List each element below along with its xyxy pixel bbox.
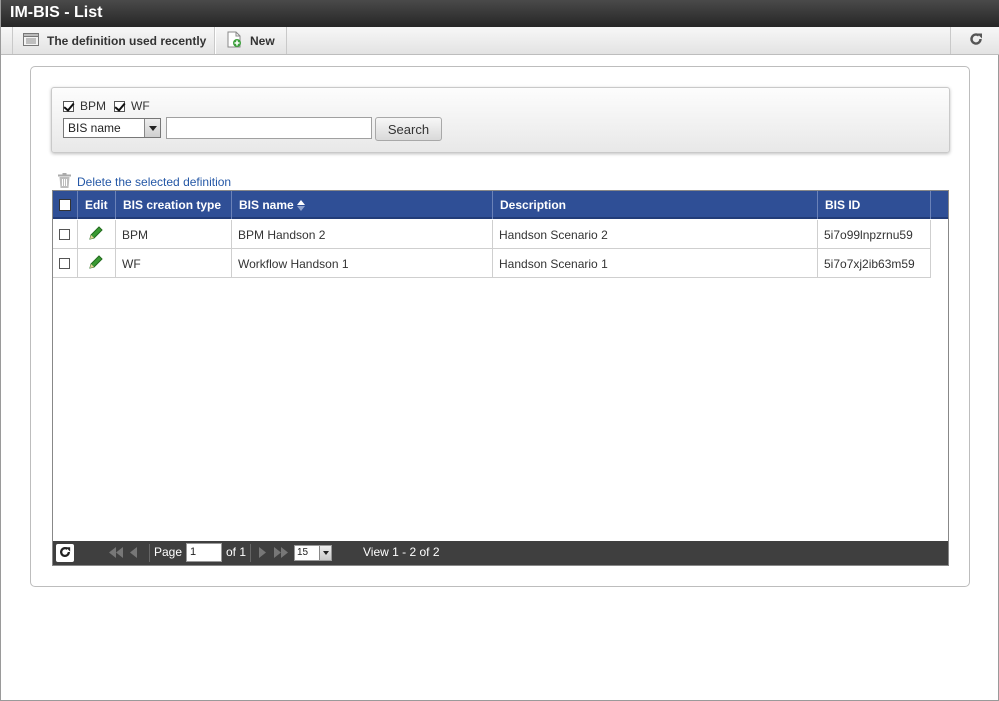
last-page-icon[interactable] <box>273 547 289 561</box>
pencil-icon[interactable] <box>88 254 104 273</box>
chevron-down-icon[interactable] <box>144 119 160 137</box>
view-count-text: View 1 - 2 of 2 <box>363 545 440 559</box>
search-field-value: BIS name <box>68 121 121 135</box>
new-button[interactable]: New <box>215 27 287 54</box>
row-select-cell <box>53 220 78 249</box>
grid-pager: Page 1 of 1 15 View 1 - 2 of 2 <box>53 541 948 565</box>
row-checkbox[interactable] <box>59 258 70 269</box>
search-button[interactable]: Search <box>375 117 442 141</box>
column-header-creation-type[interactable]: BIS creation type <box>116 191 232 219</box>
grid-refresh-button[interactable] <box>56 544 74 562</box>
pager-divider <box>149 544 150 562</box>
chevron-down-icon[interactable] <box>319 546 331 560</box>
edit-cell <box>78 220 116 249</box>
refresh-icon <box>969 32 983 49</box>
creation-type-cell: BPM <box>116 220 232 249</box>
title-bar: IM-BIS - List <box>1 0 999 27</box>
column-header-edit[interactable]: Edit <box>78 191 116 219</box>
column-header-description[interactable]: Description <box>493 191 818 219</box>
table-row[interactable]: WF Workflow Handson 1 Handson Scenario 1… <box>53 249 931 278</box>
refresh-icon <box>59 546 71 561</box>
rows-per-page-value: 15 <box>297 547 309 558</box>
bis-name-cell: Workflow Handson 1 <box>232 249 493 278</box>
definition-grid: Edit BIS creation type BIS name Descript… <box>52 190 949 566</box>
row-checkbox[interactable] <box>59 229 70 240</box>
row-select-cell <box>53 249 78 278</box>
next-page-icon[interactable] <box>258 547 267 561</box>
edit-cell <box>78 249 116 278</box>
grid-header: Edit BIS creation type BIS name Descript… <box>53 191 948 219</box>
app-window: IM-BIS - List The definition used recent… <box>0 0 999 701</box>
pencil-icon[interactable] <box>88 225 104 244</box>
rows-per-page-select[interactable]: 15 <box>294 545 332 561</box>
search-field-select[interactable]: BIS name <box>63 118 161 138</box>
creation-type-cell: WF <box>116 249 232 278</box>
window-title: IM-BIS - List <box>10 4 103 21</box>
bis-name-cell: BPM Handson 2 <box>232 220 493 249</box>
list-icon <box>23 32 39 49</box>
new-document-icon <box>227 31 242 51</box>
refresh-button[interactable] <box>950 27 999 54</box>
select-all-checkbox[interactable] <box>59 199 71 211</box>
main-panel: BPM WF BIS name Search Delete the select… <box>30 66 970 587</box>
first-page-icon[interactable] <box>108 547 124 561</box>
column-header-bis-name-label: BIS name <box>239 198 294 212</box>
search-input[interactable] <box>166 117 372 139</box>
delete-selected-link[interactable]: Delete the selected definition <box>58 173 231 191</box>
column-header-bis-name[interactable]: BIS name <box>232 191 493 219</box>
sort-icon <box>296 199 305 211</box>
table-row[interactable]: BPM BPM Handson 2 Handson Scenario 2 5i7… <box>53 220 931 249</box>
bpm-checkbox-label: BPM <box>80 99 107 113</box>
column-header-bis-id[interactable]: BIS ID <box>818 191 931 219</box>
page-count-label: of 1 <box>226 545 247 559</box>
type-filter: BPM WF <box>63 99 158 113</box>
prev-page-icon[interactable] <box>129 547 138 561</box>
search-panel: BPM WF BIS name Search <box>51 87 950 153</box>
select-all-cell <box>53 191 78 219</box>
wf-checkbox[interactable] <box>114 100 126 112</box>
description-cell: Handson Scenario 1 <box>493 249 818 278</box>
new-label: New <box>250 33 275 48</box>
toolbar: The definition used recently New <box>1 27 999 55</box>
description-cell: Handson Scenario 2 <box>493 220 818 249</box>
bis-id-cell: 5i7o99lnpzrnu59 <box>818 220 931 249</box>
wf-checkbox-label: WF <box>131 99 150 113</box>
delete-selected-label: Delete the selected definition <box>77 175 232 189</box>
page-label: Page <box>154 545 183 559</box>
pager-divider <box>250 544 251 562</box>
recent-definition-label: The definition used recently <box>47 33 207 48</box>
recent-definition-button[interactable]: The definition used recently <box>12 27 215 54</box>
trash-icon <box>58 173 71 191</box>
bpm-checkbox[interactable] <box>63 100 74 112</box>
page-number-input[interactable]: 1 <box>186 543 222 562</box>
bis-id-cell: 5i7o7xj2ib63m59 <box>818 249 931 278</box>
